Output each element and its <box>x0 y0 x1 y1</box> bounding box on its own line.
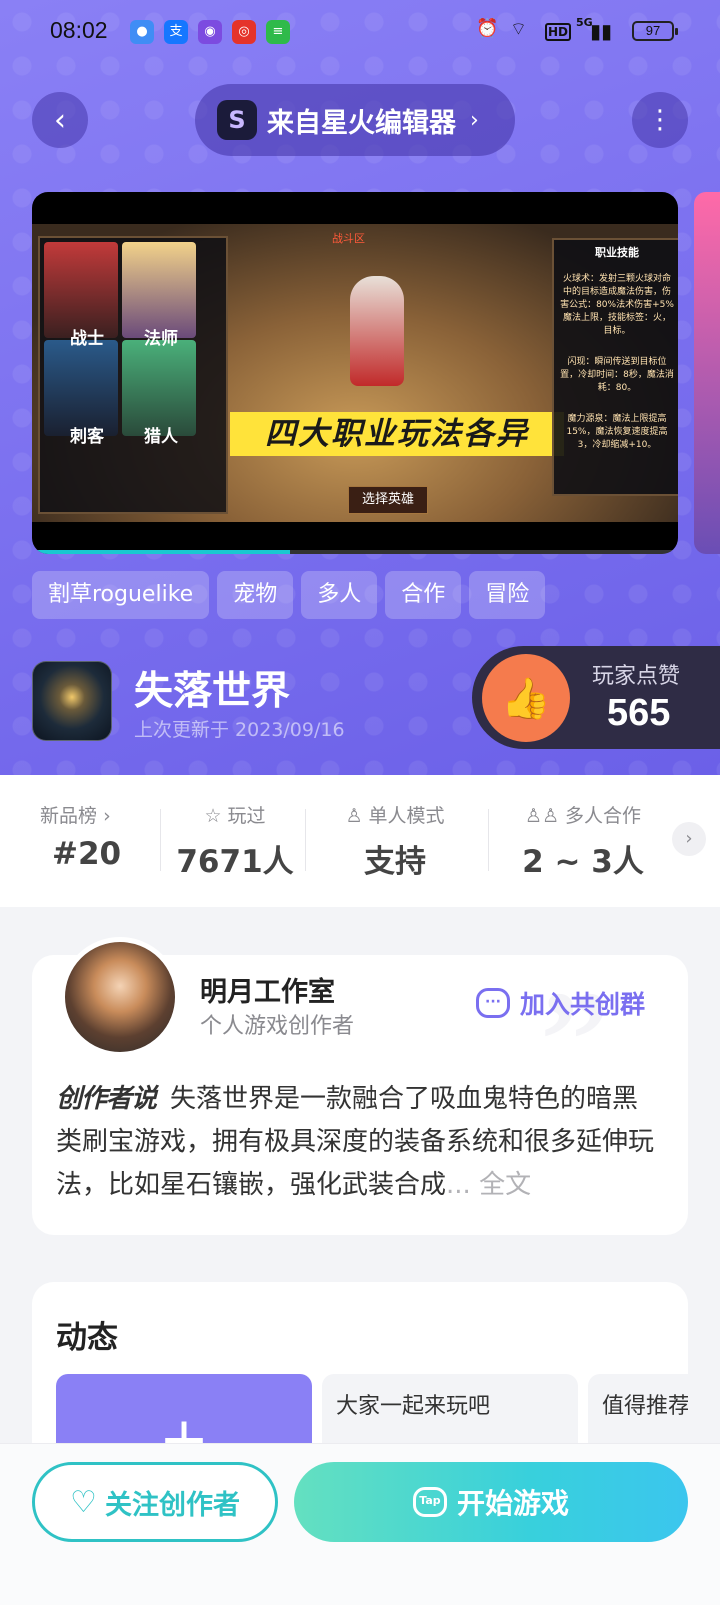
join-group-label: 加入共创群 <box>520 990 646 1019</box>
hero-name-label: 战斗区 <box>332 232 365 245</box>
stat-multiplayer: ♙♙ 多人合作 2 ~ 3人 <box>508 801 658 881</box>
skill-line: 闪现：瞬间传送到目标位置，冷却时间：8秒，魔法消耗：80。 <box>560 357 674 393</box>
music-icon: ≡ <box>266 20 290 44</box>
stat-ranking[interactable]: 新品榜 › #20 <box>40 801 160 881</box>
chevron-right-icon: › <box>685 828 693 849</box>
character-select-panel: 战士 法师 刺客 猎人 <box>38 236 228 514</box>
source-editor-link[interactable]: S 来自星火编辑器 › <box>195 84 515 156</box>
creator-intro[interactable]: 创作者说 失落世界是一款融合了吸血鬼特色的暗黑类刷宝游戏，拥有极具深度的装备系统和… <box>56 1078 656 1207</box>
wifi-icon: ⌔ <box>510 19 527 40</box>
stat-label-text: 单人模式 <box>368 805 445 827</box>
stat-label: ♙♙ 多人合作 <box>508 801 658 828</box>
spark-editor-logo-icon: S <box>217 100 257 140</box>
feed-title: 动态 <box>56 1320 118 1356</box>
thumbs-up-icon: 👍 <box>501 675 551 722</box>
divider <box>488 809 489 871</box>
game-updated-date: 上次更新于 2023/09/16 <box>134 719 345 741</box>
stat-value: 2 ~ 3人 <box>522 844 644 880</box>
chevron-right-icon: › <box>103 805 111 827</box>
follow-label: 关注创作者 <box>104 1489 240 1521</box>
back-icon: ‹ <box>54 102 66 138</box>
char-label: 刺客 <box>70 427 104 447</box>
game-title: 失落世界 <box>134 669 291 714</box>
tag-chip[interactable]: 宠物 <box>217 571 294 619</box>
battery-indicator: 97 <box>632 21 678 41</box>
divider <box>305 809 306 871</box>
skill-line: 魔力源泉：魔法上限提高15%，魔法恢复速度提高3，冷却缩减+10。 <box>566 414 668 450</box>
skill-title: 职业技能 <box>595 246 639 259</box>
tag-chip[interactable]: 割草roguelike <box>32 571 210 619</box>
creator-name[interactable]: 明月工作室 <box>200 970 335 1009</box>
divider <box>160 809 161 871</box>
char-label: 法师 <box>144 329 178 349</box>
next-screenshot-preview[interactable] <box>694 192 720 554</box>
stat-label: ☆ 玩过 <box>170 801 300 828</box>
alarm-icon: ⏰ <box>476 18 499 39</box>
chat-icon: ◉ <box>198 20 222 44</box>
tag-chip[interactable]: 多人 <box>301 571 378 619</box>
stat-label-text: 新品榜 <box>40 805 98 827</box>
play-label: 开始游戏 <box>456 1487 569 1520</box>
group-chat-icon: ··· <box>476 988 510 1018</box>
taptap-icon: Tap <box>412 1487 447 1517</box>
app-icon: ◎ <box>232 20 256 44</box>
tag-chip[interactable]: 冒险 <box>469 571 546 619</box>
stat-played: ☆ 玩过 7671人 <box>170 801 300 881</box>
more-button[interactable]: ⋮ <box>632 92 688 148</box>
char-label: 猎人 <box>144 427 178 447</box>
stats-more-button[interactable]: › <box>672 822 706 856</box>
likes-count: 565 <box>607 692 671 734</box>
likes-label: 玩家点赞 <box>592 664 681 689</box>
skill-line: 火球术：发射三颗火球对命中的目标造成魔法伤害，伤害公式：80%法术伤害+5%魔法… <box>560 274 674 336</box>
stat-value: #20 <box>52 836 122 872</box>
back-button[interactable]: ‹ <box>32 92 88 148</box>
creator-avatar[interactable] <box>60 937 180 1057</box>
select-hero-label: 选择英雄 <box>348 486 428 514</box>
creator-role: 个人游戏创作者 <box>200 1014 355 1039</box>
screenshot-carousel-item[interactable]: 战士 法师 刺客 猎人 战斗区 四大职业玩法各异 选择英雄 职业技能 火球术：发… <box>32 192 678 554</box>
game-hero: 08:02 ● 支 ◉ ◎ ≡ ⏰ ⌔ HD 5G ▮▮ 97 ‹ S 来自星火… <box>0 0 720 775</box>
join-group-button[interactable]: ··· 加入共创群 <box>476 985 645 1021</box>
char-label: 战士 <box>70 329 104 349</box>
heart-plus-icon: ♡ <box>70 1484 97 1520</box>
skill-panel: 职业技能 火球术：发射三颗火球对命中的目标造成魔法伤害，伤害公式：80%法术伤害… <box>552 238 678 496</box>
stat-label-text: 玩过 <box>227 805 266 827</box>
start-game-button[interactable]: Tap 开始游戏 <box>294 1462 688 1542</box>
stat-single-player: ♙ 单人模式 支持 <box>330 801 460 881</box>
promo-caption: 四大职业玩法各异 <box>230 412 564 456</box>
more-icon: ⋮ <box>647 105 673 135</box>
hd-icon: HD <box>545 23 572 41</box>
intro-label: 创作者说 <box>56 1084 157 1114</box>
hero-figure <box>350 276 404 386</box>
alipay-icon: 支 <box>164 20 188 44</box>
carousel-progress <box>32 550 678 554</box>
status-bar: 08:02 ● 支 ◉ ◎ ≡ ⏰ ⌔ HD 5G ▮▮ 97 <box>0 0 720 64</box>
source-label: 来自星火编辑器 <box>267 107 456 139</box>
game-app-icon <box>32 661 112 741</box>
carousel-progress-fill <box>32 550 291 554</box>
follow-creator-button[interactable]: ♡ 关注创作者 <box>32 1462 278 1542</box>
message-icon: ● <box>130 20 154 44</box>
stat-label: 新品榜 › <box>40 801 160 828</box>
star-icon: ☆ <box>204 805 222 827</box>
person-icon: ♙ <box>345 805 363 827</box>
game-stats-row: 新品榜 › #20 ☆ 玩过 7671人 ♙ 单人模式 支持 ♙♙ 多人合作 2… <box>0 775 720 907</box>
stat-value: 7671人 <box>176 844 294 880</box>
signal-icon: ▮▮ <box>590 19 613 43</box>
player-likes-panel: 👍 玩家点赞 565 <box>472 646 720 749</box>
chevron-right-icon: › <box>470 107 479 133</box>
tag-chip[interactable]: 合作 <box>385 571 462 619</box>
read-more-link[interactable]: ... 全文 <box>446 1170 531 1200</box>
tag-list: 割草roguelike 宠物 多人 合作 冒险 <box>32 571 546 619</box>
like-button[interactable]: 👍 <box>482 654 570 742</box>
gameplay-screenshot: 战士 法师 刺客 猎人 战斗区 四大职业玩法各异 选择英雄 职业技能 火球术：发… <box>32 224 678 522</box>
people-icon: ♙♙ <box>524 805 559 827</box>
stat-value: 支持 <box>364 844 426 880</box>
status-time: 08:02 <box>50 17 108 43</box>
stat-label-text: 多人合作 <box>565 805 642 827</box>
bottom-action-bar: ♡ 关注创作者 Tap 开始游戏 <box>0 1443 720 1605</box>
stat-label: ♙ 单人模式 <box>330 801 460 828</box>
